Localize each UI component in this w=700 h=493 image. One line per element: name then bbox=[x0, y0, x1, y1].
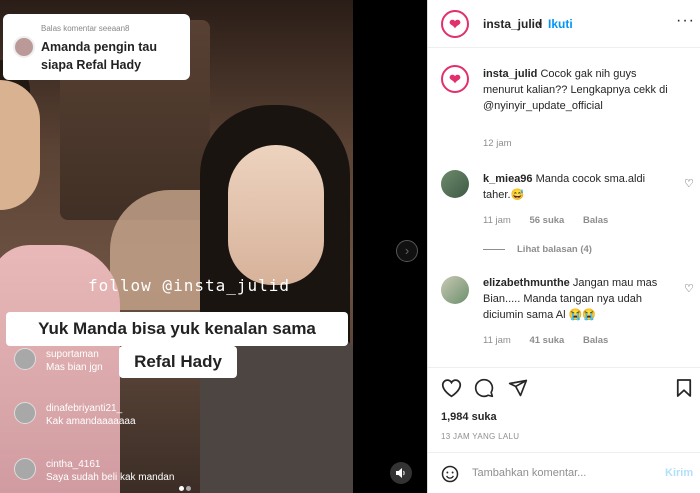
likes-count[interactable]: 1,984 suka bbox=[441, 411, 497, 423]
live-comment-avatar bbox=[14, 348, 36, 370]
speaker-icon bbox=[396, 468, 405, 478]
comment-meta: 11 jam 41 suka Balas bbox=[483, 335, 624, 346]
caption-author-avatar[interactable]: ❤ bbox=[441, 65, 469, 93]
live-comment-name: cintha_4161 bbox=[46, 459, 101, 470]
carousel-dot-active bbox=[179, 486, 184, 491]
comment-avatar[interactable] bbox=[441, 276, 469, 304]
bookmark-icon[interactable] bbox=[676, 378, 692, 398]
reply-comment-avatar bbox=[13, 36, 35, 58]
post-header: ❤ insta_julid • Ikuti ··· bbox=[428, 0, 700, 48]
follow-button[interactable]: Ikuti bbox=[548, 17, 573, 31]
person-left-face bbox=[0, 80, 40, 210]
comment-time: 11 jam bbox=[483, 215, 511, 226]
post-media[interactable]: Balas komentar seeaan8 Amanda pengin tau… bbox=[0, 0, 427, 493]
caption-time: 12 jam bbox=[483, 138, 512, 149]
caption-username[interactable]: insta_julid bbox=[483, 68, 537, 80]
live-comment-avatar bbox=[14, 402, 36, 424]
live-comment-message: Kak amandaaaaaaa bbox=[46, 416, 136, 427]
comment-meta: 11 jam 56 suka Balas bbox=[483, 215, 624, 226]
comment-like-heart-icon[interactable]: ♡ bbox=[684, 177, 694, 190]
video-caption-line-1: Yuk Manda bisa yuk kenalan sama bbox=[6, 312, 348, 346]
live-comment-avatar bbox=[14, 458, 36, 480]
comment-time: 11 jam bbox=[483, 335, 511, 346]
author-avatar[interactable]: ❤ bbox=[441, 10, 469, 38]
comment-likes[interactable]: 56 suka bbox=[529, 215, 564, 226]
comment-likes[interactable]: 41 suka bbox=[529, 335, 564, 346]
action-bar bbox=[428, 367, 700, 407]
video-caption-line-2: Refal Hady bbox=[119, 346, 237, 378]
comment-text-block: k_miea96 Manda cocok sma.aldi taher.😅 bbox=[483, 171, 673, 203]
comment-like-heart-icon[interactable]: ♡ bbox=[684, 282, 694, 295]
comment-reply-button[interactable]: Balas bbox=[583, 335, 608, 346]
comment-avatar[interactable] bbox=[441, 170, 469, 198]
caption: insta_julid Cocok gak nih guys menurut k… bbox=[483, 66, 668, 114]
emoji-icon[interactable] bbox=[441, 465, 459, 483]
next-slide-button[interactable]: › bbox=[396, 240, 418, 262]
heart-icon[interactable] bbox=[441, 378, 462, 398]
live-comment-message: Mas bian jgn bbox=[46, 362, 103, 373]
post-side-panel: ❤ insta_julid • Ikuti ··· ❤ insta_julid … bbox=[427, 0, 700, 493]
live-comment-message: Saya sudah beli kak mandan bbox=[46, 472, 175, 483]
view-replies-label: Lihat balasan (4) bbox=[517, 244, 592, 255]
comment-input[interactable] bbox=[472, 464, 652, 482]
comment-username[interactable]: k_miea96 bbox=[483, 173, 533, 185]
person-right-face bbox=[228, 145, 324, 285]
audio-toggle-button[interactable] bbox=[390, 462, 412, 484]
live-comment-name: suportaman bbox=[46, 349, 99, 360]
author-username[interactable]: insta_julid bbox=[483, 17, 542, 31]
more-options-icon[interactable]: ··· bbox=[676, 12, 695, 30]
add-comment-bar: Kirim bbox=[428, 452, 700, 493]
comment-text-block: elizabethmunthe Jangan mau mas Bian.....… bbox=[483, 275, 673, 323]
post-photo: Balas komentar seeaan8 Amanda pengin tau… bbox=[0, 0, 353, 493]
post-timestamp: 13 JAM YANG LALU bbox=[441, 432, 520, 441]
reply-comment-bubble: Balas komentar seeaan8 Amanda pengin tau… bbox=[3, 14, 190, 80]
reply-comment-text: Amanda pengin tau siapa Refal Hady bbox=[41, 40, 157, 72]
carousel-dots bbox=[178, 482, 192, 493]
chevron-right-icon: › bbox=[404, 243, 410, 258]
header-separator: • bbox=[538, 17, 543, 31]
comment-username[interactable]: elizabethmunthe bbox=[483, 277, 570, 289]
comment-reply-button[interactable]: Balas bbox=[583, 215, 608, 226]
view-replies-button[interactable]: Lihat balasan (4) bbox=[483, 244, 592, 255]
replies-divider bbox=[483, 248, 505, 250]
reply-comment-label: Balas komentar seeaan8 bbox=[41, 24, 130, 33]
live-comment-name: dinafebriyanti21_ bbox=[46, 403, 123, 414]
watermark: follow @insta_julid bbox=[88, 276, 291, 295]
post-comment-button[interactable]: Kirim bbox=[665, 467, 693, 479]
share-icon[interactable] bbox=[508, 378, 528, 398]
carousel-dot bbox=[186, 486, 191, 491]
comment-icon[interactable] bbox=[474, 378, 494, 398]
